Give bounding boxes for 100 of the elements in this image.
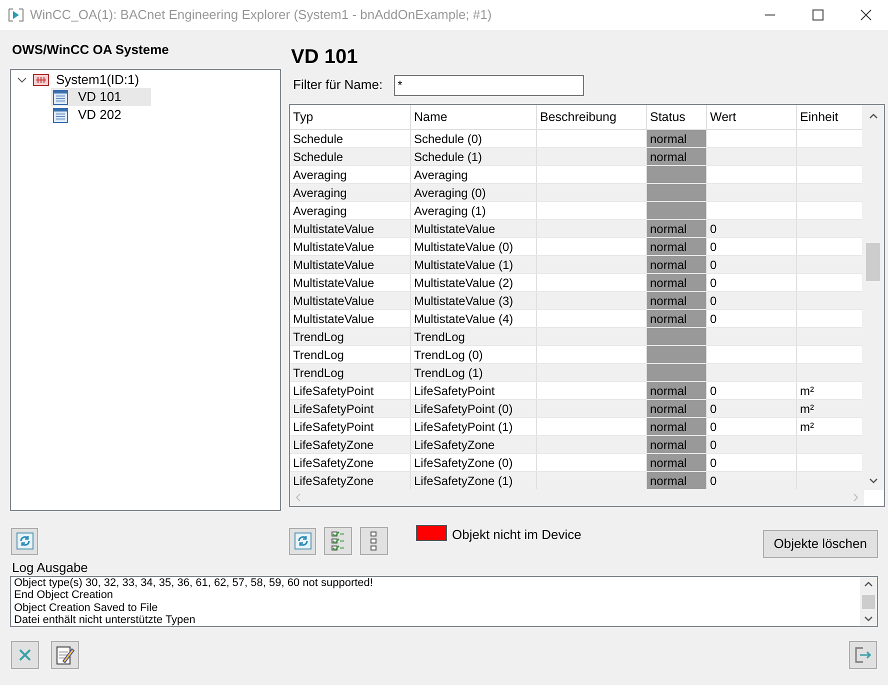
- table-cell: 0: [707, 400, 797, 417]
- table-cell: MultistateValue: [290, 256, 411, 273]
- status-cell: normal: [647, 436, 707, 453]
- delete-objects-button[interactable]: Objekte löschen: [762, 530, 878, 558]
- table-cell: 0: [707, 454, 797, 471]
- table-cell: MultistateValue: [290, 292, 411, 309]
- tree-item[interactable]: VD 101: [51, 88, 151, 106]
- table-cell: TrendLog: [290, 328, 411, 345]
- panel-heading: OWS/WinCC OA Systeme: [11, 41, 170, 59]
- table-cell: Schedule (1): [411, 148, 537, 165]
- device-title: VD 101: [291, 45, 359, 70]
- table-cell: 0: [707, 418, 797, 435]
- empty-checklist-icon: [370, 531, 378, 551]
- status-cell: normal: [647, 238, 707, 255]
- chevron-icon[interactable]: [17, 74, 27, 84]
- table-cell: 0: [707, 292, 797, 309]
- table-cell: LifeSafetyPoint (0): [411, 400, 537, 417]
- status-cell: normal: [647, 148, 707, 165]
- table-cell: 0: [707, 274, 797, 291]
- status-cell: normal: [647, 310, 707, 327]
- exit-button[interactable]: [849, 641, 877, 669]
- table-cell: LifeSafetyZone: [290, 436, 411, 453]
- edit-button[interactable]: [51, 641, 79, 669]
- table-cell: Averaging (1): [411, 202, 537, 219]
- status-cell: normal: [647, 382, 707, 399]
- system-icon: [33, 74, 49, 86]
- log-line: Datei enthält nicht unterstützte Typen: [14, 614, 196, 626]
- table-cell: TrendLog: [290, 346, 411, 363]
- table-cell: MultistateValue (4): [411, 310, 537, 327]
- table-cell: MultistateValue (2): [411, 274, 537, 291]
- table-cell: LifeSafetyPoint: [290, 382, 411, 399]
- app-icon: [8, 7, 24, 23]
- cross-icon: [18, 648, 32, 662]
- table-cell: LifeSafetyZone: [411, 436, 537, 453]
- status-cell: normal: [647, 256, 707, 273]
- table-cell: TrendLog: [290, 364, 411, 381]
- log-scrollbar[interactable]: [860, 577, 877, 626]
- empty-list-button[interactable]: [360, 527, 388, 555]
- refresh-button[interactable]: [11, 528, 38, 554]
- status-cell: normal: [647, 130, 707, 147]
- table-cell: TrendLog: [411, 328, 537, 345]
- status-cell: normal: [647, 220, 707, 237]
- scroll-thumb[interactable]: [866, 243, 880, 281]
- checklist-button[interactable]: [324, 527, 352, 555]
- table-cell: MultistateValue (1): [411, 256, 537, 273]
- table-cell: MultistateValue (0): [411, 238, 537, 255]
- table-cell: Averaging: [290, 184, 411, 201]
- refresh-button[interactable]: [289, 528, 316, 554]
- status-cell: normal: [647, 400, 707, 417]
- column-header[interactable]: Typ: [290, 105, 411, 129]
- log-label: Log Ausgabe: [12, 560, 89, 576]
- log-line: Object type(s) 30, 32, 33, 34, 35, 36, 61, 62, 57, 58, 59, 60 not supported!: [14, 577, 374, 590]
- table-cell: LifeSafetyZone (0): [411, 454, 537, 471]
- filter-field[interactable]: *: [394, 74, 584, 96]
- log-line: Object Creation Saved to File: [14, 602, 159, 614]
- table-cell: Schedule: [290, 130, 411, 147]
- scroll-thumb[interactable]: [862, 594, 875, 608]
- column-header[interactable]: Name: [411, 105, 537, 129]
- table-cell: Averaging: [290, 166, 411, 183]
- scroll-down-icon[interactable]: [868, 478, 878, 484]
- maximize-icon[interactable]: [812, 9, 824, 21]
- table-cell: 0: [707, 220, 797, 237]
- legend-label: Objekt nicht im Device: [452, 526, 582, 544]
- table-cell: TrendLog (0): [411, 346, 537, 363]
- table-cell: Averaging: [411, 166, 537, 183]
- table-cell: LifeSafetyPoint: [290, 418, 411, 435]
- table-cell: MultistateValue: [290, 220, 411, 237]
- window-title: WinCC_OA(1): BACnet Engineering Explorer (System1 - bnAddOnExample; #1): [30, 6, 492, 24]
- table-cell: LifeSafetyPoint (1): [411, 418, 537, 435]
- scroll-down-icon[interactable]: [864, 616, 873, 622]
- status-cell: normal: [647, 472, 707, 489]
- table-cell: LifeSafetyPoint: [411, 382, 537, 399]
- table-cell: LifeSafetyZone: [290, 454, 411, 471]
- close-icon[interactable]: [860, 9, 872, 21]
- scroll-up-icon[interactable]: [868, 113, 878, 119]
- column-header[interactable]: Status: [647, 105, 707, 129]
- table-cell: 0: [707, 382, 797, 399]
- exit-icon: [854, 646, 872, 664]
- filter-label: Filter für Name:: [293, 76, 383, 94]
- tree-item[interactable]: System1(ID:1): [55, 70, 140, 90]
- table-cell: MultistateValue: [411, 220, 537, 237]
- scroll-up-icon[interactable]: [864, 581, 873, 587]
- table-cell: Schedule: [290, 148, 411, 165]
- list-icon: [53, 90, 68, 104]
- table-cell: MultistateValue (3): [411, 292, 537, 309]
- log-line: End Object Creation: [14, 589, 114, 602]
- status-cell: normal: [647, 418, 707, 435]
- status-cell: normal: [647, 274, 707, 291]
- table-cell: LifeSafetyPoint: [290, 400, 411, 417]
- list-icon: [53, 108, 68, 122]
- status-cell: normal: [647, 454, 707, 471]
- tree-item[interactable]: VD 202: [51, 106, 151, 124]
- table-cell: TrendLog (1): [411, 364, 537, 381]
- status-cell: normal: [647, 292, 707, 309]
- column-header[interactable]: Wert: [707, 105, 797, 129]
- table-cell: Schedule (0): [411, 130, 537, 147]
- column-header[interactable]: Beschreibung: [537, 105, 647, 129]
- refresh-icon: [16, 532, 34, 550]
- checklist-icon: [331, 531, 345, 551]
- vertical-scrollbar[interactable]: [862, 105, 884, 490]
